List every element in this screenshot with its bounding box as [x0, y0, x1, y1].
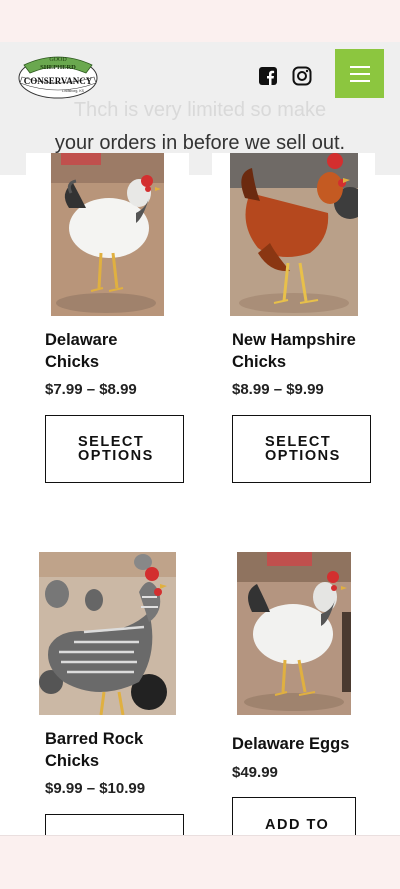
product-name[interactable]: Delaware Chicks: [45, 329, 175, 373]
product-image-barred-rock-chicks[interactable]: [39, 552, 176, 715]
facebook-icon[interactable]: [258, 66, 278, 86]
product-name[interactable]: Barred Rock Chicks: [45, 728, 175, 772]
bottom-strip: [0, 835, 400, 889]
select-options-button[interactable]: SELECT OPTIONS: [232, 415, 371, 483]
product-price: $49.99: [232, 764, 278, 781]
svg-text:SHEPHERD: SHEPHERD: [40, 64, 76, 71]
top-strip: [0, 0, 400, 42]
button-label: SELECT OPTIONS: [265, 434, 341, 464]
product-name[interactable]: Delaware Eggs: [232, 733, 372, 755]
svg-text:CONSERVANCY: CONSERVANCY: [24, 76, 93, 86]
product-image-new-hampshire-chicks[interactable]: [230, 153, 358, 316]
svg-text:GOOD: GOOD: [49, 57, 67, 63]
product-name[interactable]: New Hampshire Chicks: [232, 329, 372, 373]
banner-text-line2: your orders in before we sell out.: [54, 132, 346, 154]
product-price: $7.99 – $8.99: [45, 381, 137, 398]
product-image-delaware-eggs[interactable]: [237, 552, 351, 715]
hamburger-menu-button[interactable]: [335, 49, 384, 98]
button-label: SELECT OPTIONS: [78, 434, 154, 464]
product-price: $8.99 – $9.99: [232, 381, 324, 398]
logo[interactable]: GOOD SHEPHERD CONSERVANCY Lindsborg, KS: [16, 51, 100, 99]
instagram-icon[interactable]: [292, 66, 312, 86]
button-label: ADD TO: [265, 817, 330, 833]
select-options-button[interactable]: SELECT OPTIONS: [45, 415, 184, 483]
svg-text:Lindsborg, KS: Lindsborg, KS: [62, 89, 85, 93]
product-price: $9.99 – $10.99: [45, 780, 146, 797]
product-image-delaware-chicks[interactable]: [51, 153, 164, 316]
hamburger-menu-icon: [349, 65, 370, 68]
